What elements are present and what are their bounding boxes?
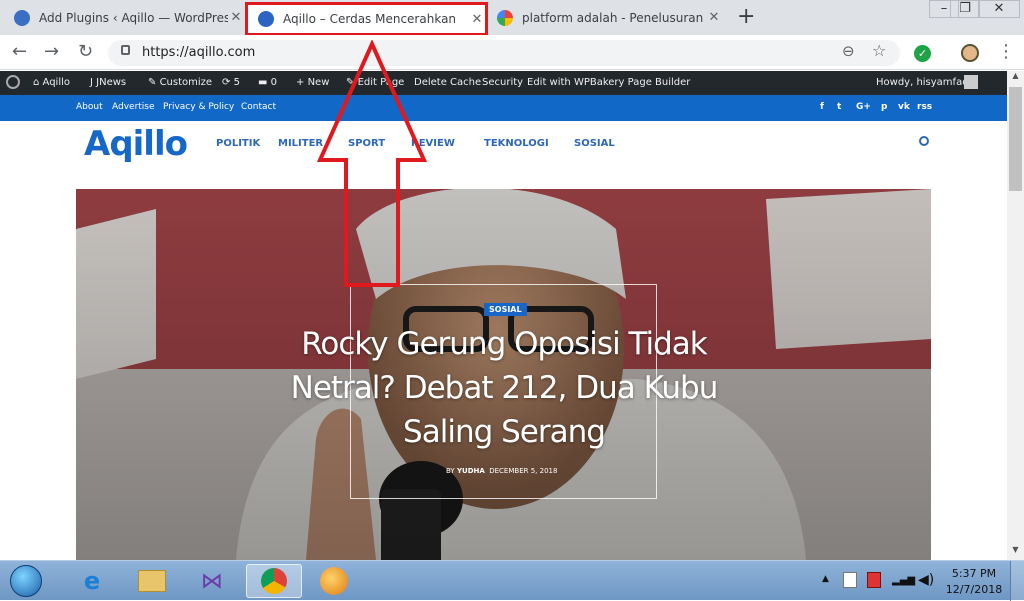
search-icon[interactable] — [919, 136, 929, 146]
taskbar-explorer[interactable] — [124, 564, 180, 598]
scrollbar-thumb[interactable] — [1009, 87, 1022, 191]
admin-avatar[interactable] — [964, 75, 978, 89]
folder-icon — [138, 570, 166, 592]
close-icon[interactable]: ✕ — [228, 10, 244, 25]
topbar-link-privacy[interactable]: Privacy & Policy — [163, 102, 234, 112]
google-favicon-icon — [497, 9, 513, 26]
menu-item-teknologi[interactable]: TEKNOLOGI — [484, 138, 549, 149]
tab-add-plugins[interactable]: Add Plugins ‹ Aqillo — WordPress ✕ — [14, 0, 244, 35]
taskbar-chrome[interactable] — [246, 564, 302, 598]
facebook-icon[interactable]: f — [820, 102, 824, 112]
admin-updates-link[interactable]: ⟳ 5 — [222, 77, 240, 88]
article-headline[interactable]: Rocky Gerung Oposisi Tidak Netral? Debat… — [274, 322, 734, 454]
start-button[interactable] — [4, 564, 48, 598]
admin-howdy-link[interactable]: Howdy, hisyamfadli — [876, 77, 974, 88]
tab-title: Aqillo – Cerdas Mencerahkan — [283, 12, 457, 26]
tab-google-search[interactable]: platform adalah - Penelusuran Google ✕ — [497, 0, 722, 35]
wordpress-logo-icon[interactable] — [6, 75, 20, 89]
rss-icon[interactable]: rss — [917, 102, 932, 112]
wordpress-favicon-icon — [14, 9, 30, 26]
admin-wpbakery-link[interactable]: Edit with WPBakery Page Builder — [527, 77, 690, 88]
author-name[interactable]: YUDHA — [457, 467, 485, 475]
updates-icon: ⟳ — [222, 77, 234, 88]
comment-icon: ▬ — [258, 77, 271, 88]
chrome-icon — [261, 568, 287, 594]
vk-icon[interactable]: vk — [898, 102, 910, 112]
admin-customize-link[interactable]: ✎ Customize — [148, 77, 212, 88]
taskbar-app[interactable] — [306, 564, 362, 598]
tray-network-icon[interactable]: ▂▄▆ — [892, 575, 915, 586]
address-bar[interactable]: https://aqillo.com ⊖ ☆ — [108, 40, 900, 66]
menu-item-sosial[interactable]: SOSIAL — [574, 138, 615, 149]
close-icon[interactable]: ✕ — [706, 10, 722, 25]
tab-title: platform adalah - Penelusuran Google — [522, 10, 706, 25]
clock-date: 12/7/2018 — [945, 583, 1003, 596]
article-date: DECEMBER 5, 2018 — [489, 467, 558, 475]
url-text[interactable]: https://aqillo.com — [142, 45, 255, 60]
admin-security-link[interactable]: Security — [482, 77, 523, 88]
back-arrow-icon[interactable]: ← — [12, 41, 27, 62]
home-icon: ⌂ — [33, 77, 43, 88]
menu-item-politik[interactable]: POLITIK — [216, 138, 260, 149]
twitter-icon[interactable]: t — [837, 102, 841, 112]
google-plus-icon[interactable]: G+ — [856, 102, 871, 112]
wp-admin-bar: ⌂ Aqillo J JNews ✎ Customize ⟳ 5 ▬ 0 + N… — [0, 71, 1007, 95]
forward-arrow-icon[interactable]: → — [44, 41, 59, 62]
author-prefix: BY — [446, 467, 455, 475]
scroll-up-icon[interactable]: ▲ — [1007, 71, 1024, 85]
zoom-icon[interactable]: ⊖ — [842, 42, 855, 60]
pinterest-icon[interactable]: p — [881, 102, 887, 112]
site-logo[interactable]: Aqillo — [84, 124, 188, 164]
article-meta: BY YUDHA DECEMBER 5, 2018 — [446, 467, 557, 475]
tray-security-icon[interactable] — [867, 572, 881, 588]
menu-dots-icon[interactable]: ⋮ — [997, 41, 1015, 62]
app-orange-icon — [320, 567, 348, 595]
extension-check-icon[interactable]: ✓ — [914, 45, 931, 62]
bookmark-star-icon[interactable]: ☆ — [872, 41, 886, 60]
lock-icon — [121, 45, 130, 55]
brush-icon: ✎ — [148, 77, 160, 88]
tab-strip: Add Plugins ‹ Aqillo — WordPress ✕ Aqill… — [0, 0, 1024, 36]
admin-comments-link[interactable]: ▬ 0 — [258, 77, 277, 88]
tab-aqillo[interactable]: Aqillo – Cerdas Mencerahkan ✕ — [245, 2, 488, 36]
show-desktop-button[interactable] — [1010, 561, 1024, 601]
topbar-link-contact[interactable]: Contact — [241, 102, 276, 112]
admin-site-link[interactable]: ⌂ Aqillo — [33, 77, 70, 88]
new-tab-button[interactable]: + — [737, 4, 755, 29]
visual-studio-icon: ⋈ — [201, 568, 223, 594]
taskbar-ie[interactable]: e — [64, 564, 120, 598]
topbar-link-advertise[interactable]: Advertise — [112, 102, 155, 112]
reload-icon[interactable]: ↻ — [78, 41, 93, 62]
site-header: Aqillo POLITIK MILITER SPORT REVIEW TEKN… — [0, 121, 1007, 189]
tray-volume-icon[interactable]: ◀) — [918, 572, 934, 588]
windows-start-icon — [10, 565, 42, 597]
tray-expand-icon[interactable]: ▲ — [822, 574, 829, 584]
profile-avatar[interactable] — [961, 44, 979, 62]
close-icon[interactable]: ✕ — [469, 12, 485, 27]
taskbar-visual-studio[interactable]: ⋈ — [184, 564, 240, 598]
restore-button[interactable]: ❐ — [950, 0, 980, 18]
internet-explorer-icon: e — [83, 567, 101, 595]
category-badge[interactable]: SOSIAL — [484, 303, 527, 316]
admin-jnews-link[interactable]: J JNews — [90, 77, 126, 88]
taskbar-clock[interactable]: 5:37 PM 12/7/2018 — [944, 566, 1004, 598]
clock-time: 5:37 PM — [951, 567, 997, 580]
annotation-arrow — [316, 40, 428, 287]
browser-toolbar: ← → ↻ https://aqillo.com ⊖ ☆ ✓ ⋮ — [0, 35, 1024, 70]
aqillo-favicon-icon — [258, 11, 274, 27]
scroll-down-icon[interactable]: ▼ — [1007, 545, 1024, 559]
window-close-button[interactable]: ✕ — [978, 0, 1020, 18]
site-topbar: About Advertise Privacy & Policy Contact… — [0, 95, 1007, 121]
windows-taskbar: e ⋈ ▲ ▂▄▆ ◀) 5:37 PM 12/7/2018 — [0, 560, 1024, 601]
tray-flag-icon[interactable] — [843, 572, 857, 588]
tab-title: Add Plugins ‹ Aqillo — WordPress — [39, 10, 228, 25]
page-scrollbar[interactable]: ▲ ▼ — [1007, 71, 1024, 560]
topbar-link-about[interactable]: About — [76, 102, 103, 112]
